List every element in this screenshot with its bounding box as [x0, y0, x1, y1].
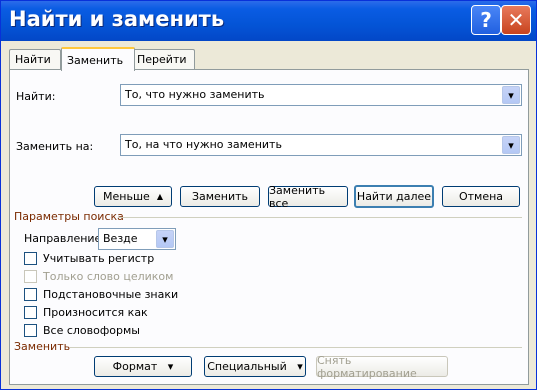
chevron-down-icon: ▾ [167, 360, 174, 373]
divider [118, 217, 522, 218]
title-bar[interactable]: Найти и заменить ? ✕ [1, 1, 536, 41]
find-value: То, что нужно заменить [125, 88, 265, 101]
find-next-button[interactable]: Найти далее [354, 185, 434, 208]
wildcards-checkbox[interactable]: Подстановочные знаки [24, 288, 178, 301]
direction-value: Везде [103, 232, 138, 245]
replace-input[interactable]: То, на что нужно заменить ▾ [120, 134, 522, 156]
replace-button[interactable]: Заменить [180, 186, 260, 207]
chevron-down-icon[interactable]: ▾ [502, 136, 520, 154]
direction-select[interactable]: Везде ▾ [98, 228, 176, 250]
close-button[interactable]: ✕ [501, 5, 531, 35]
whole-word-checkbox: Только слово целиком [24, 270, 173, 283]
direction-label: Направление: [24, 232, 106, 245]
special-button[interactable]: Специальный ▾ [204, 356, 306, 377]
find-input[interactable]: То, что нужно заменить ▾ [120, 84, 522, 106]
checkbox-box[interactable] [24, 252, 37, 265]
find-replace-dialog: Найти и заменить ? ✕ Найти Заменить Пере… [0, 0, 537, 390]
format-button[interactable]: Формат ▾ [94, 356, 192, 377]
replace-value: То, на что нужно заменить [125, 138, 282, 151]
checkbox-box [24, 270, 37, 283]
all-word-forms-checkbox[interactable]: Все словоформы [24, 324, 140, 337]
clear-formatting-button: Снять форматирование [316, 354, 448, 380]
cancel-button[interactable]: Отмена [442, 186, 520, 207]
chevron-down-icon[interactable]: ▾ [502, 86, 520, 104]
chevron-down-icon[interactable]: ▾ [156, 230, 174, 248]
tab-goto[interactable]: Перейти [131, 49, 195, 69]
match-case-checkbox[interactable]: Учитывать регистр [24, 252, 154, 265]
help-button[interactable]: ? [471, 5, 501, 35]
less-button[interactable]: Меньше ▲ [94, 186, 172, 207]
tab-find[interactable]: Найти [9, 49, 61, 69]
checkbox-box[interactable] [24, 306, 37, 319]
arrow-up-icon: ▲ [156, 192, 163, 201]
find-label: Найти: [16, 90, 56, 103]
replace-section-title: Заменить [14, 340, 71, 353]
replace-all-button[interactable]: Заменить все [268, 184, 348, 210]
replace-label: Заменить на: [16, 140, 94, 153]
checkbox-box[interactable] [24, 324, 37, 337]
sounds-like-checkbox[interactable]: Произносится как [24, 306, 148, 319]
tab-panel: Найти: То, что нужно заменить ▾ Заменить… [9, 69, 529, 385]
window-title: Найти и заменить [9, 7, 225, 31]
chevron-down-icon: ▾ [297, 360, 303, 373]
search-options-title: Параметры поиска [14, 210, 124, 223]
checkbox-box[interactable] [24, 288, 37, 301]
divider [70, 347, 522, 348]
tab-replace[interactable]: Заменить [61, 47, 135, 71]
